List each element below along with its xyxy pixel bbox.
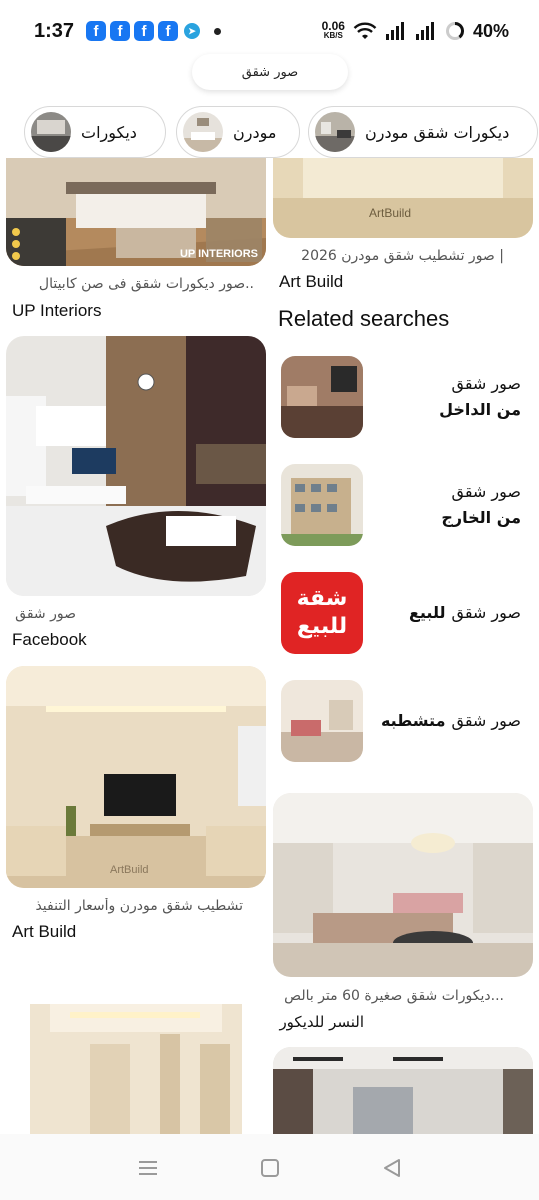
related-search-line1: صور شقق xyxy=(451,482,521,501)
chip-label: مودرن xyxy=(233,122,277,142)
suggestion-chips: ديكورات شقق مودرن مودرن ديكورات xyxy=(0,106,539,158)
battery-icon xyxy=(445,21,465,41)
pin-watermark: UP INTERIORS xyxy=(179,248,258,260)
signal-icon xyxy=(385,21,407,41)
chip-modern[interactable]: مودرن xyxy=(176,106,300,158)
pin-image-tv-room[interactable]: ArtBuild xyxy=(6,666,266,888)
related-search-line1: صور شقق xyxy=(451,711,521,730)
pin-title: صور شقق xyxy=(15,606,76,622)
signal-icon xyxy=(415,21,437,41)
chip-thumbnail xyxy=(31,112,71,152)
system-navigation-bar xyxy=(0,1134,539,1200)
chip-decor[interactable]: ديكورات xyxy=(24,106,166,158)
pin-title: صور تشطيب شقق مودرن 2026 | xyxy=(301,248,504,264)
for-sale-graphic-text: شقة للبيع xyxy=(296,586,348,639)
pin-title: صور ديكورات شقق فى صن كابيتال.. xyxy=(38,276,254,292)
facebook-icon: f xyxy=(134,21,155,41)
pin-image-living-room[interactable] xyxy=(6,336,266,596)
search-query-text: صور شقق xyxy=(241,64,299,80)
pin-source[interactable]: Facebook xyxy=(12,630,87,650)
back-icon[interactable] xyxy=(380,1156,404,1180)
facebook-icon: f xyxy=(86,21,107,41)
related-search-thumbnail: شقة للبيع xyxy=(281,572,363,654)
battery-percentage: 40% xyxy=(472,20,509,41)
related-search-item-exterior[interactable]: صور شقق من الخارج xyxy=(281,464,521,546)
search-query-pill[interactable]: صور شقق xyxy=(192,54,348,90)
telegram-icon: ➤ xyxy=(184,23,201,39)
related-searches-heading: Related searches xyxy=(278,306,450,331)
pin-image-bedroom[interactable]: UP INTERIORS xyxy=(6,158,266,266)
chip-thumbnail xyxy=(183,112,223,152)
related-search-thumbnail xyxy=(281,356,363,438)
related-search-item-interior[interactable]: صور شقق من الداخل xyxy=(281,356,521,438)
pin-title: تشطيب شقق مودرن وأسعار التنفيذ xyxy=(35,898,243,914)
pin-source[interactable]: Art Build xyxy=(279,272,343,292)
pin-watermark: ArtBuild xyxy=(369,206,412,220)
pin-source[interactable]: UP Interiors xyxy=(12,301,101,321)
more-notifications-icon xyxy=(214,27,222,35)
recent-apps-icon[interactable] xyxy=(136,1156,160,1180)
pin-title: ديكورات شقق صغيرة 60 متر بالص... xyxy=(284,988,504,1004)
status-bar: 1:37 f f f f ➤ 0.06 KB/S 40% xyxy=(0,0,539,62)
pin-source[interactable]: Art Build xyxy=(12,922,76,942)
pin-watermark: ArtBuild xyxy=(110,864,149,876)
related-search-thumbnail xyxy=(281,680,363,762)
home-icon[interactable] xyxy=(258,1156,282,1180)
related-search-line1: صور شقق xyxy=(451,374,521,393)
wifi-icon xyxy=(353,21,377,41)
related-search-line2: متشطبه xyxy=(380,711,446,730)
chip-label: ديكورات xyxy=(81,122,137,142)
pin-source[interactable]: النسر للديكور xyxy=(279,1013,364,1031)
facebook-icon: f xyxy=(110,21,131,41)
pin-image-lobby[interactable] xyxy=(273,1047,533,1134)
related-search-thumbnail xyxy=(281,464,363,546)
related-search-item-finished[interactable]: متشطبه صور شقق xyxy=(281,680,521,762)
pin-image-hallway[interactable] xyxy=(30,1004,242,1134)
chip-thumbnail xyxy=(315,112,355,152)
status-time: 1:37 xyxy=(34,19,75,42)
related-search-line2: من الداخل xyxy=(439,400,521,419)
related-search-line2: من الخارج xyxy=(441,508,521,527)
chip-label: ديكورات شقق مودرن xyxy=(365,122,510,142)
pin-image-ceiling[interactable]: ArtBuild xyxy=(273,158,533,238)
facebook-icon: f xyxy=(158,21,179,41)
related-search-line1: صور شقق xyxy=(451,603,521,622)
related-search-line2: للبيع xyxy=(408,603,446,622)
pin-image-chandelier-room[interactable] xyxy=(273,793,533,977)
chip-modern-apartment-decor[interactable]: ديكورات شقق مودرن xyxy=(308,106,538,158)
network-speed: 0.06 KB/S xyxy=(321,19,345,40)
related-search-item-for-sale[interactable]: شقة للبيع للبيع صور شقق xyxy=(281,572,521,654)
